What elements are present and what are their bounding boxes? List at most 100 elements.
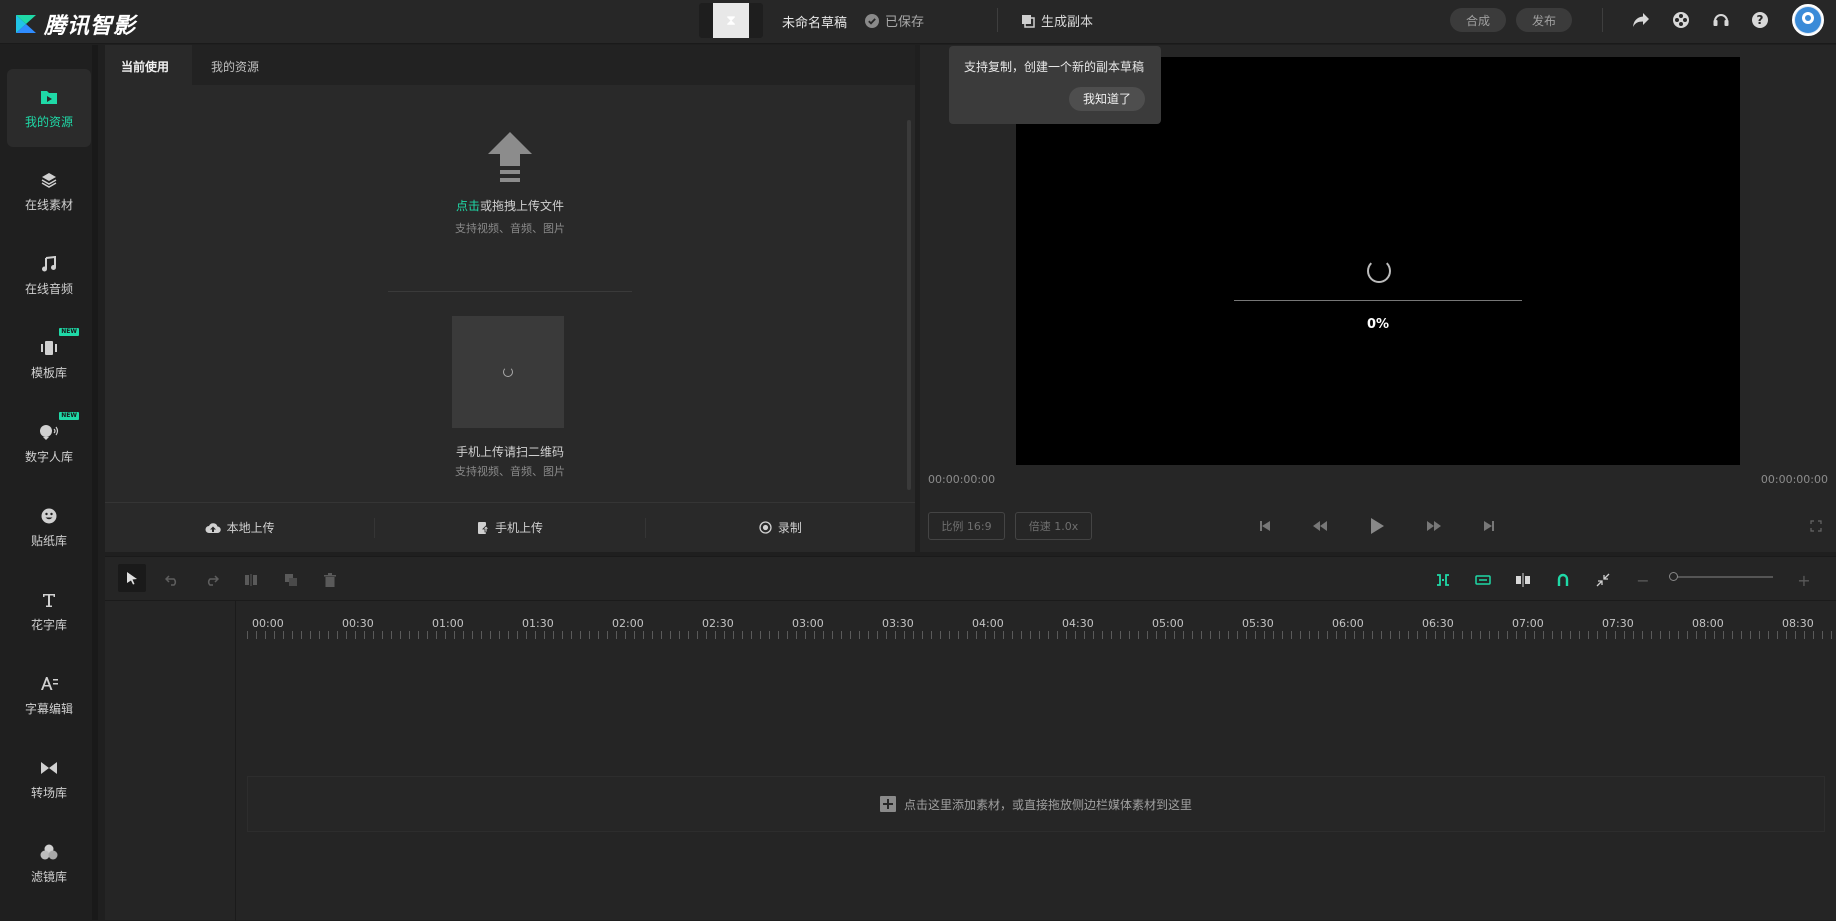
snap-icon[interactable] bbox=[1431, 568, 1455, 592]
record-label: 录制 bbox=[777, 521, 802, 535]
fullscreen-icon[interactable] bbox=[1806, 516, 1826, 536]
loading-spinner-icon bbox=[503, 367, 513, 377]
top-bar: 腾讯智影 ⧗ 未命名草稿 已保存 生成副本 合成 发布 ? bbox=[0, 0, 1836, 44]
timeline-toolbar: − + bbox=[105, 557, 1836, 601]
sidebar-item-label: 花字库 bbox=[30, 617, 67, 632]
sidebar-item-digital-human[interactable]: NEW 数字人库 bbox=[7, 404, 91, 482]
zoom-slider-handle[interactable] bbox=[1669, 572, 1678, 581]
ruler-label: 08:00 bbox=[1692, 617, 1724, 630]
sidebar-item-template[interactable]: NEW 模板库 bbox=[7, 320, 91, 398]
loading-percentage: 0% bbox=[1366, 317, 1390, 332]
sidebar-item-transition[interactable]: 转场库 bbox=[7, 740, 91, 818]
saved-label: 已保存 bbox=[885, 15, 925, 30]
publish-button[interactable]: 发布 bbox=[1516, 8, 1572, 32]
filter-icon bbox=[39, 842, 59, 862]
upload-dropzone[interactable]: 点击或拖拽上传文件 支持视频、音频、图片 bbox=[395, 130, 625, 236]
sidebar-item-text-art[interactable]: 花字库 bbox=[7, 572, 91, 650]
sidebar-item-online-material[interactable]: 在线素材 bbox=[7, 152, 91, 230]
compose-button[interactable]: 合成 bbox=[1450, 8, 1506, 32]
playback-speed-button[interactable]: 倍速 1.0x bbox=[1015, 512, 1092, 540]
zoom-out-icon[interactable]: − bbox=[1631, 568, 1655, 592]
help-icon[interactable]: ? bbox=[1749, 9, 1771, 31]
user-avatar[interactable] bbox=[1792, 4, 1824, 36]
logo-icon bbox=[16, 15, 36, 33]
align-center-icon[interactable] bbox=[1511, 568, 1535, 592]
play-icon[interactable] bbox=[1367, 516, 1387, 536]
split-icon[interactable] bbox=[239, 568, 263, 592]
local-upload-button[interactable]: 本地上传 bbox=[105, 517, 376, 538]
template-icon bbox=[39, 338, 59, 358]
share-icon[interactable] bbox=[1630, 9, 1652, 31]
rewind-icon[interactable] bbox=[1310, 516, 1330, 536]
tooltip-text: 支持复制，创建一个新的副本草稿 bbox=[964, 60, 1145, 74]
sidebar-item-label: 数字人库 bbox=[24, 449, 73, 464]
sidebar-item-label: 转场库 bbox=[30, 785, 67, 800]
app-logo[interactable]: 腾讯智影 bbox=[14, 8, 136, 40]
generate-copy-label: 生成副本 bbox=[1041, 15, 1094, 30]
sidebar-item-filter[interactable]: 滤镜库 bbox=[7, 824, 91, 902]
music-note-icon bbox=[39, 254, 59, 274]
skip-to-end-icon[interactable] bbox=[1479, 516, 1499, 536]
app-name: 腾讯智影 bbox=[44, 14, 137, 39]
film-reel-icon[interactable] bbox=[1670, 9, 1692, 31]
zoom-slider[interactable] bbox=[1673, 576, 1773, 578]
zoom-in-icon[interactable]: + bbox=[1792, 568, 1816, 592]
ruler-label: 03:00 bbox=[792, 617, 824, 630]
tooltip-dismiss-button[interactable]: 我知道了 bbox=[1068, 87, 1145, 111]
ruler-label: 01:30 bbox=[522, 617, 554, 630]
record-button[interactable]: 录制 bbox=[646, 518, 915, 538]
add-square-icon bbox=[879, 796, 896, 812]
record-icon bbox=[759, 521, 772, 534]
new-badge: NEW bbox=[59, 328, 79, 336]
sidebar-item-sticker[interactable]: 贴纸库 bbox=[7, 488, 91, 566]
delete-icon[interactable] bbox=[318, 568, 342, 592]
sidebar-item-label: 字幕编辑 bbox=[24, 701, 73, 716]
check-circle-icon bbox=[865, 13, 879, 28]
divider bbox=[997, 8, 998, 32]
redo-icon[interactable] bbox=[200, 568, 224, 592]
draft-thumbnail[interactable]: ⧗ bbox=[699, 3, 763, 38]
mobile-upload-support: 支持视频、音频、图片 bbox=[455, 465, 565, 478]
fast-forward-icon[interactable] bbox=[1424, 516, 1444, 536]
subtitle-icon bbox=[39, 674, 59, 694]
ruler-label: 02:30 bbox=[702, 617, 734, 630]
fit-track-icon[interactable] bbox=[1471, 568, 1495, 592]
divider bbox=[1602, 8, 1603, 32]
ruler-label: 00:30 bbox=[342, 617, 374, 630]
resource-tabs: 当前使用 我的资源 bbox=[105, 45, 915, 85]
generate-copy-button[interactable]: 生成副本 bbox=[1021, 11, 1093, 30]
ruler-label: 05:30 bbox=[1242, 617, 1274, 630]
tab-current-use[interactable]: 当前使用 bbox=[105, 45, 192, 85]
copy-tooltip: 支持复制，创建一个新的副本草稿 我知道了 bbox=[949, 46, 1161, 124]
upload-click-link[interactable]: 点击 bbox=[456, 199, 480, 213]
ruler-label: 07:30 bbox=[1602, 617, 1634, 630]
magnet-icon[interactable] bbox=[1551, 568, 1575, 592]
new-badge: NEW bbox=[59, 412, 79, 420]
saved-status: 已保存 bbox=[865, 11, 924, 30]
loading-spinner-icon bbox=[1367, 259, 1391, 283]
digital-human-icon bbox=[39, 422, 59, 442]
undo-icon[interactable] bbox=[160, 568, 184, 592]
copy-icon bbox=[1022, 14, 1035, 28]
mobile-upload-title: 手机上传请扫二维码 bbox=[455, 445, 564, 459]
select-tool-icon[interactable] bbox=[118, 564, 146, 592]
local-upload-label: 本地上传 bbox=[226, 521, 275, 535]
skip-to-start-icon[interactable] bbox=[1255, 516, 1275, 536]
headset-icon[interactable] bbox=[1710, 9, 1732, 31]
timeline-drop-zone[interactable]: 点击这里添加素材，或直接拖放侧边栏媒体素材到这里 bbox=[247, 776, 1825, 832]
sidebar-item-label: 我的资源 bbox=[24, 114, 73, 129]
sidebar-item-online-audio[interactable]: 在线音频 bbox=[7, 236, 91, 314]
collapse-icon[interactable] bbox=[1591, 568, 1615, 592]
draft-title[interactable]: 未命名草稿 bbox=[782, 12, 847, 31]
scrollbar[interactable] bbox=[907, 120, 911, 490]
tab-my-resources[interactable]: 我的资源 bbox=[195, 45, 275, 85]
duplicate-icon[interactable] bbox=[279, 568, 303, 592]
transition-icon bbox=[39, 758, 59, 778]
sidebar-item-my-resources[interactable]: 我的资源 bbox=[7, 69, 91, 147]
aspect-ratio-button[interactable]: 比例 16:9 bbox=[928, 512, 1005, 540]
sidebar-item-subtitle-edit[interactable]: 字幕编辑 bbox=[7, 656, 91, 734]
mobile-upload-button[interactable]: 手机上传 bbox=[375, 517, 646, 538]
upload-support-text: 支持视频、音频、图片 bbox=[455, 222, 565, 235]
time-ruler[interactable]: 00:00 00:30 01:00 01:30 02:00 02:30 03:0… bbox=[247, 601, 1836, 641]
sidebar-item-label: 滤镜库 bbox=[30, 869, 67, 884]
